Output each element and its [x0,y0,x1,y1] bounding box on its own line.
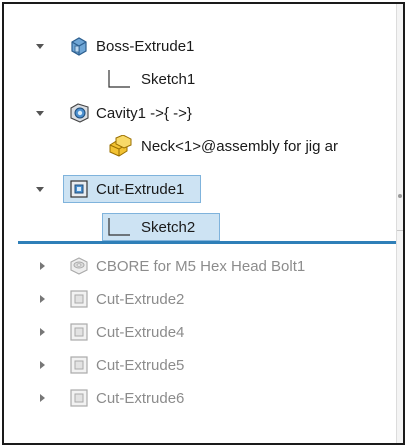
tree-item-cut-extrude2[interactable]: Cut-Extrude2 [4,286,396,312]
tree-item-cut-extrude1[interactable]: Cut-Extrude1 [4,176,396,202]
sketch-icon [106,216,132,238]
cut-extrude-icon [68,321,90,343]
tree-item-neck-component[interactable]: Neck<1>@assembly for jig ar [4,133,396,159]
cavity-icon [68,102,90,124]
hole-wizard-icon [68,255,90,277]
boss-extrude-icon [68,35,90,57]
tree-item-sketch2[interactable]: Sketch2 [4,214,396,240]
panel-splitter[interactable] [396,4,403,443]
tree-item-label: Sketch2 [141,218,196,236]
collapse-toggle-icon[interactable] [36,326,48,338]
tree-item-cavity1[interactable]: Cavity1 ->{ ->} [4,100,396,126]
tree-item-label: Sketch1 [141,70,196,88]
tree-item-label: Cut-Extrude6 [96,389,185,407]
tree-item-label: Neck<1>@assembly for jig ar [141,137,338,155]
tree-item-cut-extrude4[interactable]: Cut-Extrude4 [4,319,396,345]
rollback-bar[interactable] [18,241,396,244]
tree-item-sketch1[interactable]: Sketch1 [4,66,396,92]
tree-item-boss-extrude1[interactable]: Boss-Extrude1 [4,33,396,59]
splitter-grip-icon[interactable] [398,194,402,198]
tree-item-label: Cavity1 ->{ ->} [96,104,192,122]
tree-item-label: CBORE for M5 Hex Head Bolt1 [96,257,306,275]
feature-manager-panel: Boss-Extrude1 Sketch1 Cavity1 ->{->} Ne… [2,2,405,445]
expand-toggle-icon[interactable] [34,183,46,195]
tree-item-label: Cut-Extrude2 [96,290,185,308]
sketch-icon [106,68,132,90]
cut-extrude-icon [68,387,90,409]
collapse-toggle-icon[interactable] [36,293,48,305]
tree-item-label: Cut-Extrude4 [96,323,185,341]
feature-tree: Boss-Extrude1 Sketch1 Cavity1 ->{->} Ne… [4,4,396,443]
tree-item-label: Cut-Extrude5 [96,356,185,374]
collapse-toggle-icon[interactable] [36,359,48,371]
collapse-toggle-icon[interactable] [36,392,48,404]
tree-item-label: Boss-Extrude1 [96,37,195,55]
expand-toggle-icon[interactable] [34,40,46,52]
cut-extrude-icon [68,178,90,200]
splitter-divider [397,230,403,231]
component-icon [108,135,134,157]
collapse-toggle-icon[interactable] [36,260,48,272]
tree-item-label: Cut-Extrude1 [96,180,185,198]
tree-item-cut-extrude6[interactable]: Cut-Extrude6 [4,385,396,411]
cut-extrude-icon [68,354,90,376]
tree-item-cut-extrude5[interactable]: Cut-Extrude5 [4,352,396,378]
cut-extrude-icon [68,288,90,310]
tree-item-cbore-hole[interactable]: CBORE for M5 Hex Head Bolt1 [4,253,396,279]
expand-toggle-icon[interactable] [34,107,46,119]
